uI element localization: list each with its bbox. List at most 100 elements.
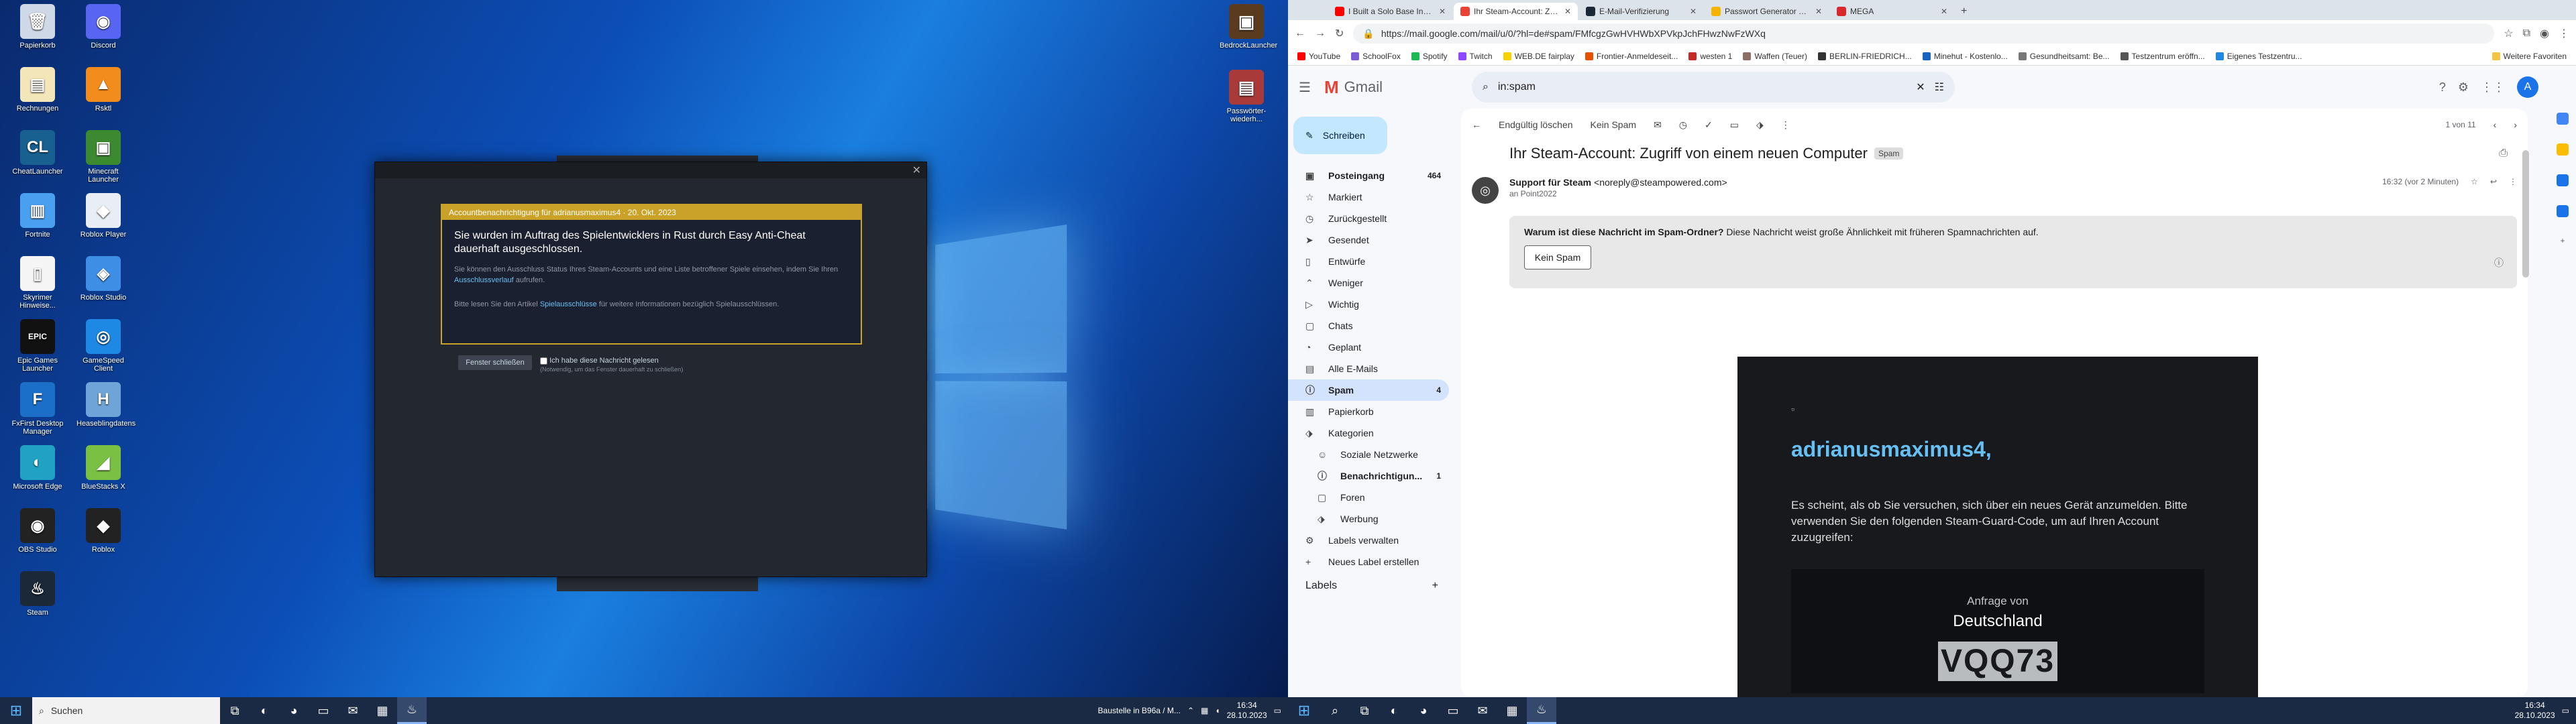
plus-icon[interactable]: +	[1432, 580, 1438, 592]
mark-unread-icon[interactable]: ✉	[1654, 119, 1662, 131]
browser-tab[interactable]: E-Mail-Verifizierung ✕	[1579, 3, 1703, 20]
not-spam-button[interactable]: Kein Spam	[1591, 119, 1636, 130]
network-icon[interactable]: ▦	[1201, 706, 1208, 715]
taskbar-search[interactable]: ⌕ Suchen	[32, 697, 220, 724]
print-icon[interactable]: ⎙	[2499, 147, 2508, 160]
chrome-icon[interactable]: ◕	[1409, 697, 1438, 724]
calc-icon[interactable]: ▦	[1497, 697, 1527, 724]
keep-icon[interactable]	[2557, 143, 2569, 156]
sidebar-item[interactable]: ▷ Wichtig	[1288, 294, 1449, 315]
recipient[interactable]: an Point2022	[1509, 189, 1727, 198]
volume-icon[interactable]: ◖	[1215, 706, 1220, 715]
spam-chip[interactable]: Spam	[1874, 147, 1904, 160]
sidebar-item[interactable]: ▤ Alle E-Mails	[1288, 358, 1449, 379]
desktop-shortcut[interactable]: ▣ Minecraft Launcher	[76, 130, 130, 184]
more-icon[interactable]: ⋮	[2509, 177, 2517, 186]
bookmark[interactable]: Minehut - Kostenlo...	[1922, 52, 2008, 61]
close-icon[interactable]: ✕	[1815, 7, 1822, 16]
task-view-icon[interactable]: ⧉	[220, 697, 250, 724]
sidebar-item[interactable]: ⌃ Weniger	[1288, 272, 1449, 294]
clear-search-icon[interactable]: ✕	[1916, 80, 1925, 94]
address-bar[interactable]: 🔒 https://mail.google.com/mail/u/0/?hl=d…	[1353, 23, 2495, 44]
desktop-shortcut[interactable]: ▲ Rsktl	[76, 67, 130, 113]
bookmark[interactable]: YouTube	[1297, 52, 1340, 61]
browser-tab[interactable]: Passwort Generator ⚿ – Sichere... ✕	[1705, 3, 1829, 20]
bookmark[interactable]: SchoolFox	[1351, 52, 1401, 61]
avatar[interactable]: A	[2517, 76, 2538, 98]
star-icon[interactable]: ☆	[2504, 27, 2513, 40]
ban-history-link[interactable]: Ausschlussverlauf	[454, 276, 514, 284]
sidebar-item[interactable]: ☆ Markiert	[1288, 186, 1449, 208]
desktop-shortcut[interactable]: ◢ BlueStacks X	[76, 445, 130, 491]
desktop-shortcut[interactable]: CL CheatLauncher	[11, 130, 64, 176]
desktop-shortcut[interactable]: EPIC Epic Games Launcher	[11, 319, 64, 373]
desktop-shortcut[interactable]: ▥ Fortnite	[11, 193, 64, 239]
calc-icon[interactable]: ▦	[368, 697, 397, 724]
profile-icon[interactable]: ◉	[2540, 27, 2549, 40]
bookmark[interactable]: Twitch	[1458, 52, 1493, 61]
tasks-icon[interactable]	[2557, 174, 2569, 186]
delete-forever-button[interactable]: Endgültig löschen	[1499, 119, 1573, 130]
reply-icon[interactable]: ↩	[2490, 177, 2497, 186]
sidebar-item[interactable]: ⓘ Spam 4	[1288, 379, 1449, 401]
plus-icon[interactable]: +	[2560, 236, 2565, 245]
chevron-up-icon[interactable]: ⌃	[1187, 706, 1194, 715]
desktop-shortcut[interactable]: 🗑 Papierkorb	[11, 4, 64, 50]
sidebar-item[interactable]: ➤ Gesendet	[1288, 229, 1449, 251]
sidebar-item[interactable]: ▥ Papierkorb	[1288, 401, 1449, 422]
gmail-logo[interactable]: M Gmail	[1324, 77, 1458, 98]
chevron-right-icon[interactable]: ›	[2514, 119, 2517, 130]
mail-search[interactable]: ⌕ in:spam ✕ ☷	[1471, 72, 1955, 103]
sidebar-item[interactable]: ◔ Geplant	[1288, 337, 1449, 358]
sidebar-item[interactable]: ⚙ Labels verwalten	[1288, 530, 1449, 551]
snooze-icon[interactable]: ◷	[1679, 119, 1687, 131]
move-icon[interactable]: ▭	[1730, 119, 1739, 131]
sidebar-item[interactable]: ☺ Soziale Netzwerke	[1288, 444, 1449, 465]
desktop-shortcut[interactable]: ◐ Microsoft Edge	[11, 445, 64, 491]
edge-icon[interactable]: ◐	[1379, 697, 1409, 724]
report-not-spam-button[interactable]: Kein Spam	[1524, 245, 1591, 269]
desktop-shortcut[interactable]: H Heaseblingdatens	[76, 382, 136, 428]
apps-grid-icon[interactable]: ⋮⋮	[2481, 80, 2505, 95]
label-icon[interactable]: ⬗	[1756, 119, 1764, 131]
contacts-icon[interactable]	[2557, 205, 2569, 217]
more-bookmarks[interactable]: Weitere Favoriten	[2491, 52, 2567, 61]
gear-icon[interactable]: ⚙	[2458, 80, 2469, 95]
calendar-icon[interactable]	[2557, 113, 2569, 125]
new-tab-icon[interactable]: +	[1955, 3, 1972, 20]
bookmark[interactable]: Eigenes Testzentru...	[2215, 52, 2302, 61]
steam-icon[interactable]: ♨	[1527, 697, 1556, 724]
desktop-shortcut[interactable]: ◎ GameSpeed Client	[76, 319, 130, 373]
close-icon[interactable]: ✕	[1690, 7, 1697, 16]
desktop-shortcut[interactable]: ◈ Roblox Studio	[76, 256, 130, 302]
notification-center-icon[interactable]: ▭	[2562, 706, 2569, 715]
read-checkbox[interactable]: Ich habe diese Nachricht gelesen (Notwen…	[540, 357, 683, 374]
back-icon[interactable]: ←	[1295, 27, 1305, 40]
browser-tab[interactable]: Ihr Steam-Account: Zugriff von e... ✕	[1454, 3, 1578, 20]
hamburger-menu-icon[interactable]: ☰	[1299, 79, 1311, 96]
search-icon[interactable]: ⌕	[1320, 697, 1350, 724]
menu-icon[interactable]: ⋮	[2559, 27, 2569, 40]
desktop-shortcut[interactable]: ▯ Skyrimer Hinweise...	[11, 256, 64, 310]
close-icon[interactable]: ✕	[1439, 7, 1446, 16]
clock[interactable]: 16:34 28.10.2023	[1227, 701, 1267, 721]
bookmark[interactable]: Frontier-Anmeldeseit...	[1585, 52, 1678, 61]
sidebar-item[interactable]: ▯ Entwürfe	[1288, 251, 1449, 272]
desktop-shortcut[interactable]: ◉ Discord	[76, 4, 130, 50]
desktop-shortcut[interactable]: ◆ Roblox Player	[76, 193, 130, 239]
read-checkbox-input[interactable]	[540, 357, 547, 365]
mail-icon[interactable]: ✉	[1468, 697, 1497, 724]
chrome-icon[interactable]: ◕	[279, 697, 309, 724]
bookmark[interactable]: westen 1	[1688, 52, 1732, 61]
bookmark[interactable]: Spotify	[1411, 52, 1448, 61]
extensions-icon[interactable]: ⧉	[2523, 27, 2530, 40]
bookmark[interactable]: WEB.DE fairplay	[1503, 52, 1574, 61]
close-icon[interactable]: ✕	[1564, 7, 1571, 16]
scrollbar[interactable]	[2522, 150, 2529, 278]
sidebar-item[interactable]: + Neues Label erstellen	[1288, 551, 1449, 572]
sidebar-item[interactable]: ⓘ Benachrichtigun... 1	[1288, 465, 1449, 487]
close-window-button[interactable]: Fenster schließen	[458, 355, 532, 370]
steam-icon[interactable]: ♨	[397, 697, 427, 724]
more-icon[interactable]: ⋮	[1781, 119, 1790, 131]
bookmark[interactable]: Gesundheitsamt: Be...	[2018, 52, 2110, 61]
